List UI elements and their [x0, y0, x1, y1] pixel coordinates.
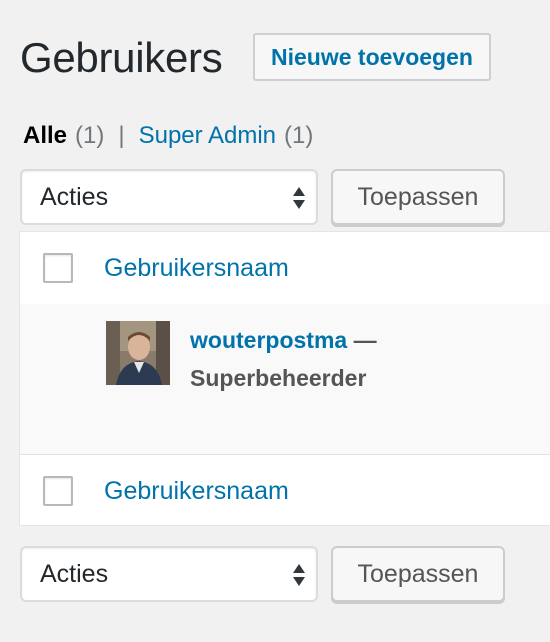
- user-role-label: Superbeheerder: [190, 365, 367, 391]
- apply-button-top[interactable]: Toepassen: [331, 169, 505, 225]
- select-updown-icon: [293, 564, 305, 586]
- filter-super-admin-count: (1): [284, 122, 314, 149]
- add-new-user-button[interactable]: Nieuwe toevoegen: [253, 33, 491, 81]
- apply-button-bottom[interactable]: Toepassen: [331, 546, 505, 602]
- avatar: [106, 321, 170, 385]
- username-role-separator: —: [353, 327, 377, 353]
- page-title: Gebruikers: [20, 34, 223, 81]
- filter-all-count: (1): [75, 122, 105, 149]
- bulk-actions-select-top[interactable]: Acties: [20, 169, 318, 225]
- page-header: Gebruikers: [20, 30, 223, 86]
- bulk-actions-bottom: Acties Toepassen: [20, 546, 505, 602]
- select-all-checkbox-footer[interactable]: [43, 476, 73, 506]
- bulk-actions-top: Acties Toepassen: [20, 169, 505, 225]
- bulk-actions-select-value-bottom: Acties: [40, 559, 109, 588]
- users-page: Gebruikers Nieuwe toevoegen Alle (1) | S…: [0, 0, 550, 642]
- bulk-actions-select-value: Acties: [40, 182, 109, 211]
- bulk-actions-select-bottom[interactable]: Acties: [20, 546, 318, 602]
- avatar-image: [106, 321, 170, 385]
- filter-all-link[interactable]: Alle: [23, 122, 67, 150]
- username-link[interactable]: wouterpostma: [190, 327, 347, 353]
- select-all-checkbox[interactable]: [43, 253, 73, 283]
- table-header: Gebruikersnaam: [20, 232, 550, 305]
- filter-separator: |: [118, 122, 125, 149]
- column-header-username[interactable]: Gebruikersnaam: [104, 254, 289, 283]
- select-updown-icon: [293, 187, 305, 209]
- user-info: wouterpostma — Superbeheerder: [190, 321, 377, 397]
- user-role-filters: Alle (1) | Super Admin (1): [23, 122, 313, 150]
- table-footer: Gebruikersnaam: [20, 454, 550, 527]
- filter-super-admin-link[interactable]: Super Admin: [139, 122, 276, 150]
- column-footer-username[interactable]: Gebruikersnaam: [104, 477, 289, 506]
